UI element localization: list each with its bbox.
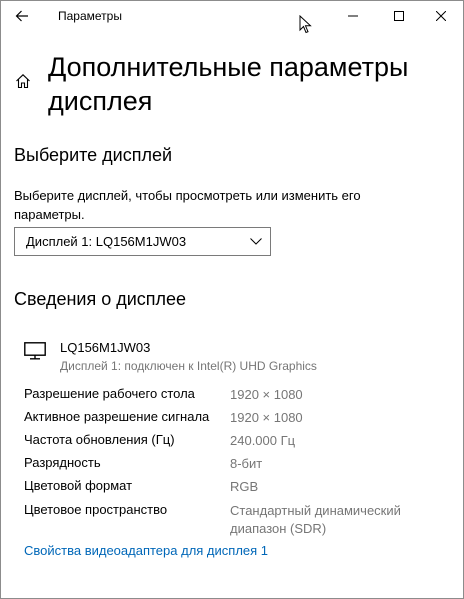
app-title: Параметры xyxy=(58,9,122,23)
close-button[interactable] xyxy=(418,0,464,32)
color-space-label: Цветовое пространство xyxy=(24,502,168,517)
select-display-heading: Выберите дисплей xyxy=(14,145,173,165)
minimize-icon xyxy=(348,15,358,17)
select-display-description: Выберите дисплей, чтобы просмотреть или … xyxy=(14,188,361,222)
signal-resolution-label: Активное разрешение сигнала xyxy=(24,409,210,424)
title-bar: Параметры xyxy=(0,0,464,32)
color-format-label: Цветовой формат xyxy=(24,478,133,493)
color-format-value: RGB xyxy=(230,479,259,494)
color-space-value: Стандартный динамический диапазон (SDR) xyxy=(230,503,401,536)
monitor-connection: Дисплей 1: подключен к Intel(R) UHD Grap… xyxy=(60,359,317,373)
chevron-down-icon xyxy=(250,238,262,245)
display-info-heading: Сведения о дисплее xyxy=(14,289,187,309)
back-arrow-icon xyxy=(15,10,28,22)
minimize-button[interactable] xyxy=(330,0,376,32)
home-icon xyxy=(16,74,30,89)
bit-depth-value: 8-бит xyxy=(230,456,263,471)
monitor-icon xyxy=(24,342,46,360)
bit-depth-label: Разрядность xyxy=(24,455,101,470)
monitor-name: LQ156M1JW03 xyxy=(60,340,151,355)
page-title: Дополнительные параметры дисплея xyxy=(48,52,409,116)
back-button[interactable] xyxy=(0,0,46,32)
close-icon xyxy=(436,11,446,21)
desktop-resolution-value: 1920 × 1080 xyxy=(230,387,303,402)
adapter-properties-link[interactable]: Свойства видеоадаптера для дисплея 1 xyxy=(24,543,268,558)
dropdown-selected-value: Дисплей 1: LQ156M1JW03 xyxy=(26,234,187,249)
mouse-cursor-icon xyxy=(299,15,312,34)
display-select-dropdown[interactable]: Дисплей 1: LQ156M1JW03 xyxy=(14,227,271,256)
maximize-icon xyxy=(394,11,404,21)
refresh-rate-value: 240.000 Гц xyxy=(230,433,296,448)
desktop-resolution-label: Разрешение рабочего стола xyxy=(24,386,195,401)
signal-resolution-value: 1920 × 1080 xyxy=(230,410,303,425)
maximize-button[interactable] xyxy=(376,0,422,32)
refresh-rate-label: Частота обновления (Гц) xyxy=(24,432,175,447)
home-button[interactable] xyxy=(15,73,31,94)
